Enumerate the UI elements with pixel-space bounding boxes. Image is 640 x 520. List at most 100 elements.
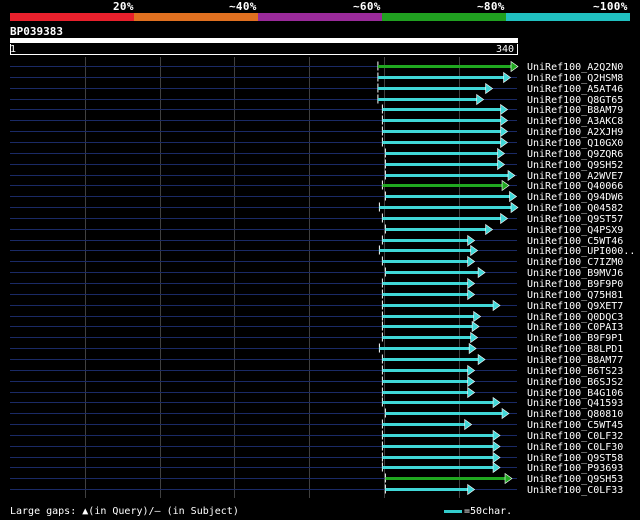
hit-bar[interactable] — [382, 260, 468, 263]
hit-row[interactable]: UniRef100_Q9SH52 — [10, 158, 623, 172]
hit-bar[interactable] — [377, 65, 511, 68]
hit-row[interactable]: UniRef100_C0LF30 — [10, 440, 623, 454]
hit-row[interactable]: UniRef100_C0LF33 — [10, 483, 623, 497]
hit-bar[interactable] — [382, 315, 474, 318]
hit-bar[interactable] — [382, 380, 468, 383]
hit-row[interactable]: UniRef100_Q9SH53 — [10, 472, 623, 486]
hit-name-label[interactable]: UniRef100_B9MVJ6 — [527, 268, 623, 279]
hit-bar[interactable] — [382, 119, 501, 122]
hit-row[interactable]: UniRef100_B9MVJ6 — [10, 266, 623, 280]
hit-row[interactable]: UniRef100_B8AM77 — [10, 353, 623, 367]
hit-bar[interactable] — [382, 282, 468, 285]
hit-bar[interactable] — [385, 228, 486, 231]
hit-row[interactable]: UniRef100_Q9ZQR6 — [10, 147, 623, 161]
hit-bar[interactable] — [382, 369, 468, 372]
hit-row[interactable]: UniRef100_B8AM79 — [10, 103, 623, 117]
hit-name-label[interactable]: UniRef100_C0LF32 — [527, 431, 623, 442]
hit-bar[interactable] — [377, 98, 477, 101]
hit-name-label[interactable]: UniRef100_Q10GX0 — [527, 138, 623, 149]
hit-name-label[interactable]: UniRef100_Q04582 — [527, 203, 623, 214]
hit-name-label[interactable]: UniRef100_Q9XET7 — [527, 301, 623, 312]
hit-row[interactable]: UniRef100_C0LF32 — [10, 429, 623, 443]
hit-name-label[interactable]: UniRef100_B9F9P1 — [527, 333, 623, 344]
hit-name-label[interactable]: UniRef100_B8AM77 — [527, 355, 623, 366]
hit-bar[interactable] — [382, 336, 471, 339]
hit-bar[interactable] — [382, 325, 473, 328]
hit-row[interactable]: UniRef100_Q41593 — [10, 396, 623, 410]
hit-bar[interactable] — [382, 304, 494, 307]
hit-name-label[interactable]: UniRef100_B9F9P0 — [527, 279, 623, 290]
hit-bar[interactable] — [382, 445, 494, 448]
hit-name-label[interactable]: UniRef100_Q4PSX9 — [527, 225, 623, 236]
hit-bar[interactable] — [379, 206, 511, 209]
hit-name-label[interactable]: UniRef100_B8LPD1 — [527, 344, 623, 355]
hit-row[interactable]: UniRef100_A3AKC8 — [10, 114, 623, 128]
hit-name-label[interactable]: UniRef100_Q75H81 — [527, 290, 623, 301]
hit-row[interactable]: UniRef100_Q9XET7 — [10, 299, 623, 313]
hit-name-label[interactable]: UniRef100_C7IZM0 — [527, 257, 623, 268]
hit-bar[interactable] — [382, 239, 468, 242]
hit-name-label[interactable]: UniRef100_Q2HSM8 — [527, 73, 623, 84]
hit-row[interactable]: UniRef100_Q2HSM8 — [10, 71, 623, 85]
hit-name-label[interactable]: UniRef100_B6SJS2 — [527, 377, 623, 388]
hit-bar[interactable] — [377, 76, 504, 79]
hit-name-label[interactable]: UniRef100_Q40066 — [527, 181, 623, 192]
hit-bar[interactable] — [382, 466, 494, 469]
hit-bar[interactable] — [382, 130, 501, 133]
hit-bar[interactable] — [382, 108, 501, 111]
hit-bar[interactable] — [385, 163, 498, 166]
hit-name-label[interactable]: UniRef100_Q9ZQR6 — [527, 149, 623, 160]
hit-bar[interactable] — [382, 293, 468, 296]
hit-name-label[interactable]: UniRef100_A5AT46 — [527, 84, 623, 95]
hit-bar[interactable] — [379, 347, 470, 350]
hit-row[interactable]: UniRef100_B9F9P1 — [10, 331, 623, 345]
hit-bar[interactable] — [382, 358, 479, 361]
hit-row[interactable]: UniRef100_A2Q2N0 — [10, 60, 623, 74]
hit-name-label[interactable]: UniRef100_B6TS23 — [527, 366, 623, 377]
hit-bar[interactable] — [382, 401, 494, 404]
hit-name-label[interactable]: UniRef100_A3AKC8 — [527, 116, 623, 127]
hit-name-label[interactable]: UniRef100_C0LF30 — [527, 442, 623, 453]
hit-row[interactable]: UniRef100_B6SJS2 — [10, 375, 623, 389]
hit-name-label[interactable]: UniRef100_A2Q2N0 — [527, 62, 623, 73]
hit-name-label[interactable]: UniRef100_UPI000.. — [527, 246, 635, 257]
hit-row[interactable]: UniRef100_Q04582 — [10, 201, 623, 215]
hit-bar[interactable] — [379, 249, 471, 252]
hit-name-label[interactable]: UniRef100_Q94DW6 — [527, 192, 623, 203]
hit-row[interactable]: UniRef100_C7IZM0 — [10, 255, 623, 269]
hit-bar[interactable] — [385, 412, 503, 415]
hit-bar[interactable] — [377, 87, 486, 90]
hit-bar[interactable] — [385, 488, 468, 491]
hit-name-label[interactable]: UniRef100_C0PAI3 — [527, 322, 623, 333]
hit-row[interactable]: UniRef100_Q40066 — [10, 179, 623, 193]
hit-row[interactable]: UniRef100_P93693 — [10, 461, 623, 475]
hit-row[interactable]: UniRef100_C5WT45 — [10, 418, 623, 432]
hit-bar[interactable] — [382, 456, 494, 459]
hit-row[interactable]: UniRef100_B6TS23 — [10, 364, 623, 378]
hit-bar[interactable] — [385, 152, 498, 155]
hit-row[interactable]: UniRef100_B9F9P0 — [10, 277, 623, 291]
hit-bar[interactable] — [385, 174, 509, 177]
hit-name-label[interactable]: UniRef100_Q41593 — [527, 398, 623, 409]
hit-row[interactable]: UniRef100_Q75H81 — [10, 288, 623, 302]
hit-name-label[interactable]: UniRef100_C5WT45 — [527, 420, 623, 431]
hit-row[interactable]: UniRef100_C0PAI3 — [10, 320, 623, 334]
hit-bar[interactable] — [382, 184, 503, 187]
hit-row[interactable]: UniRef100_UPI000.. — [10, 244, 635, 258]
hit-name-label[interactable]: UniRef100_B8AM79 — [527, 105, 623, 116]
hit-name-label[interactable]: UniRef100_A2XJH9 — [527, 127, 623, 138]
hit-bar[interactable] — [382, 423, 465, 426]
hit-row[interactable]: UniRef100_A2XJH9 — [10, 125, 623, 139]
hit-name-label[interactable]: UniRef100_Q9ST57 — [527, 214, 623, 225]
hit-row[interactable]: UniRef100_Q4PSX9 — [10, 223, 623, 237]
hit-name-label[interactable]: UniRef100_P93693 — [527, 463, 623, 474]
hit-row[interactable]: UniRef100_Q10GX0 — [10, 136, 623, 150]
hit-bar[interactable] — [382, 391, 468, 394]
hit-row[interactable]: UniRef100_Q94DW6 — [10, 190, 623, 204]
hit-bar[interactable] — [382, 217, 501, 220]
hit-bar[interactable] — [382, 434, 494, 437]
hit-name-label[interactable]: UniRef100_C0LF33 — [527, 485, 623, 496]
hit-bar[interactable] — [385, 271, 479, 274]
hit-row[interactable]: UniRef100_B8LPD1 — [10, 342, 623, 356]
hit-bar[interactable] — [382, 141, 501, 144]
